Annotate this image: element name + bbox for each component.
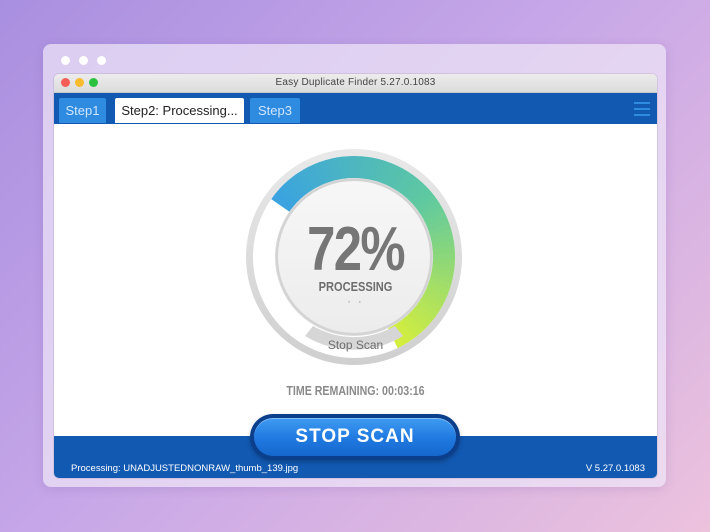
gauge-arc-segment: [373, 159, 387, 183]
gauge-arc-segment: [313, 161, 328, 185]
gauge-arc-segment: [307, 164, 324, 187]
gauge-arc-segment: [274, 188, 296, 208]
progress-percent: 72%: [307, 215, 405, 284]
window-title: Easy Duplicate Finder 5.27.0.1083: [275, 77, 436, 88]
gauge-arc-segment: [302, 166, 319, 190]
card-dot: [61, 56, 70, 65]
gauge-arc-segment: [378, 160, 393, 184]
stop-scan-button[interactable]: STOP SCAN: [254, 418, 456, 456]
hamburger-menu-icon[interactable]: [634, 102, 650, 116]
stop-scan-button-frame: STOP SCAN: [250, 414, 460, 460]
gauge-arc-segment: [413, 191, 436, 211]
gauge-arc-segment: [369, 157, 381, 181]
version-label: V 5.27.0.1083: [585, 463, 645, 474]
tab-step3[interactable]: Step3: [250, 98, 300, 123]
stop-scan-inner-button[interactable]: Stop Scan: [54, 338, 657, 352]
gauge-arc-segment: [336, 156, 347, 180]
gauge-arc-segment: [287, 176, 307, 198]
card-window-dots: [61, 56, 106, 65]
processing-dots: · ·: [347, 296, 364, 308]
gauge-arc-segment: [410, 186, 432, 207]
gauge-arc-segment: [396, 320, 415, 343]
gauge-arc-segment: [319, 159, 333, 183]
card-dot: [97, 56, 106, 65]
gauge-arc-segment: [382, 163, 398, 186]
gauge-arc-segment: [330, 157, 342, 181]
gauge-arc-segment: [387, 165, 404, 189]
gauge-arc-segment: [404, 314, 424, 335]
gauge-arc-segment: [400, 317, 420, 339]
app-window: Easy Duplicate Finder 5.27.0.1083 Step1 …: [54, 74, 657, 478]
gauge-arc-segment: [391, 168, 409, 191]
step-tab-bar: Step1 Step2: Processing... Step3: [54, 93, 657, 124]
gauge-arc-segment: [297, 169, 315, 192]
gauge-arc-segment: [364, 156, 375, 180]
gauge-arc-segment: [419, 201, 442, 219]
processing-file-status: Processing: UNADJUSTEDNONRAW_thumb_139.j…: [71, 463, 299, 474]
gauge-arc-segment: [395, 171, 414, 194]
gauge-arc-segment: [283, 180, 303, 201]
tab-step2[interactable]: Step2: Processing...: [115, 98, 244, 123]
gauge-arc-segment: [292, 172, 311, 195]
gauge-arc-segment: [399, 174, 419, 197]
gauge-arc-segment: [278, 184, 300, 205]
gauge-arc-segment: [403, 178, 423, 200]
gauge-arc-segment: [416, 196, 439, 215]
tab-step1[interactable]: Step1: [59, 98, 106, 123]
title-bar: Easy Duplicate Finder 5.27.0.1083: [54, 74, 657, 93]
processing-label: PROCESSING: [318, 279, 393, 294]
gauge-arc-segment: [411, 307, 432, 327]
gauge-arc-segment: [271, 193, 293, 212]
gauge-arc-segment: [407, 310, 428, 331]
time-remaining: TIME REMAINING: 00:03:16: [286, 384, 425, 398]
gauge-arc-segment: [359, 156, 369, 179]
card-dot: [79, 56, 88, 65]
gauge-arc-segment: [414, 303, 436, 322]
gauge-arc-segment: [324, 158, 337, 182]
gauge-arc-segment: [407, 182, 428, 203]
